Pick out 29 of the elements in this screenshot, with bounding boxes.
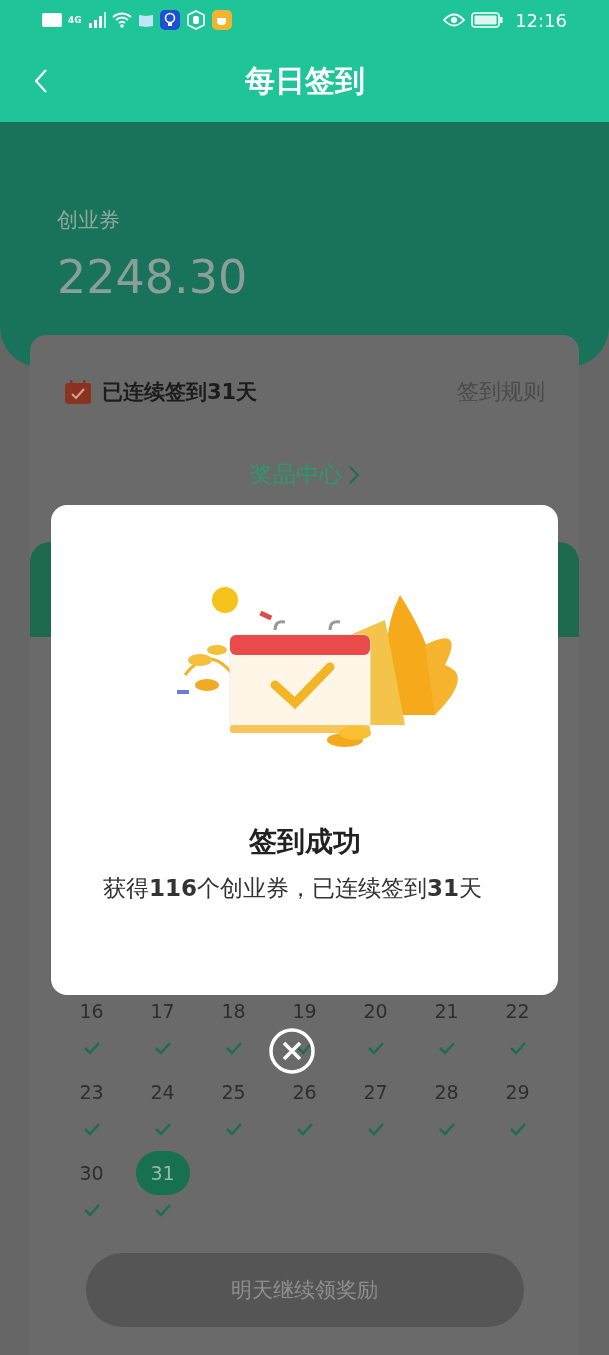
prize-center-link[interactable]: 奖品中心 xyxy=(249,459,360,490)
chevron-right-icon xyxy=(347,464,360,485)
calendar-day[interactable]: 27 xyxy=(348,1070,403,1114)
dialog-title: 签到成功 xyxy=(248,824,361,860)
signal-icon xyxy=(87,12,106,28)
close-icon[interactable] xyxy=(268,1027,316,1075)
calendar-day[interactable]: 31 xyxy=(135,1151,190,1195)
calendar-check-icon xyxy=(64,379,92,405)
network-label: 4G xyxy=(68,15,82,25)
bulb-app-icon xyxy=(159,10,180,30)
calendar-day[interactable]: 24 xyxy=(135,1070,190,1114)
eye-icon xyxy=(443,13,466,27)
wifi-icon xyxy=(111,12,132,28)
balance-amount: 2248.30 xyxy=(57,250,249,304)
clock-time: 12:16 xyxy=(515,9,567,31)
calendar-day[interactable]: 29 xyxy=(490,1070,545,1114)
calendar-day[interactable]: 26 xyxy=(277,1070,332,1114)
page-title: 每日签到 xyxy=(244,61,365,100)
streak-text: 已连续签到31天 xyxy=(102,379,258,406)
calendar-day[interactable]: 23 xyxy=(64,1070,119,1114)
dialog-message: 获得116个创业券，已连续签到31天 xyxy=(102,874,484,903)
calendar-day[interactable]: 25 xyxy=(206,1070,261,1114)
battery-icon xyxy=(471,12,504,28)
book-icon xyxy=(137,13,154,27)
calendar-day[interactable]: 30 xyxy=(64,1151,119,1195)
cup-app-icon xyxy=(211,10,232,30)
hand-icon xyxy=(185,10,206,30)
balance-label: 创业券 xyxy=(57,207,121,234)
calendar-day[interactable]: 28 xyxy=(419,1070,474,1114)
